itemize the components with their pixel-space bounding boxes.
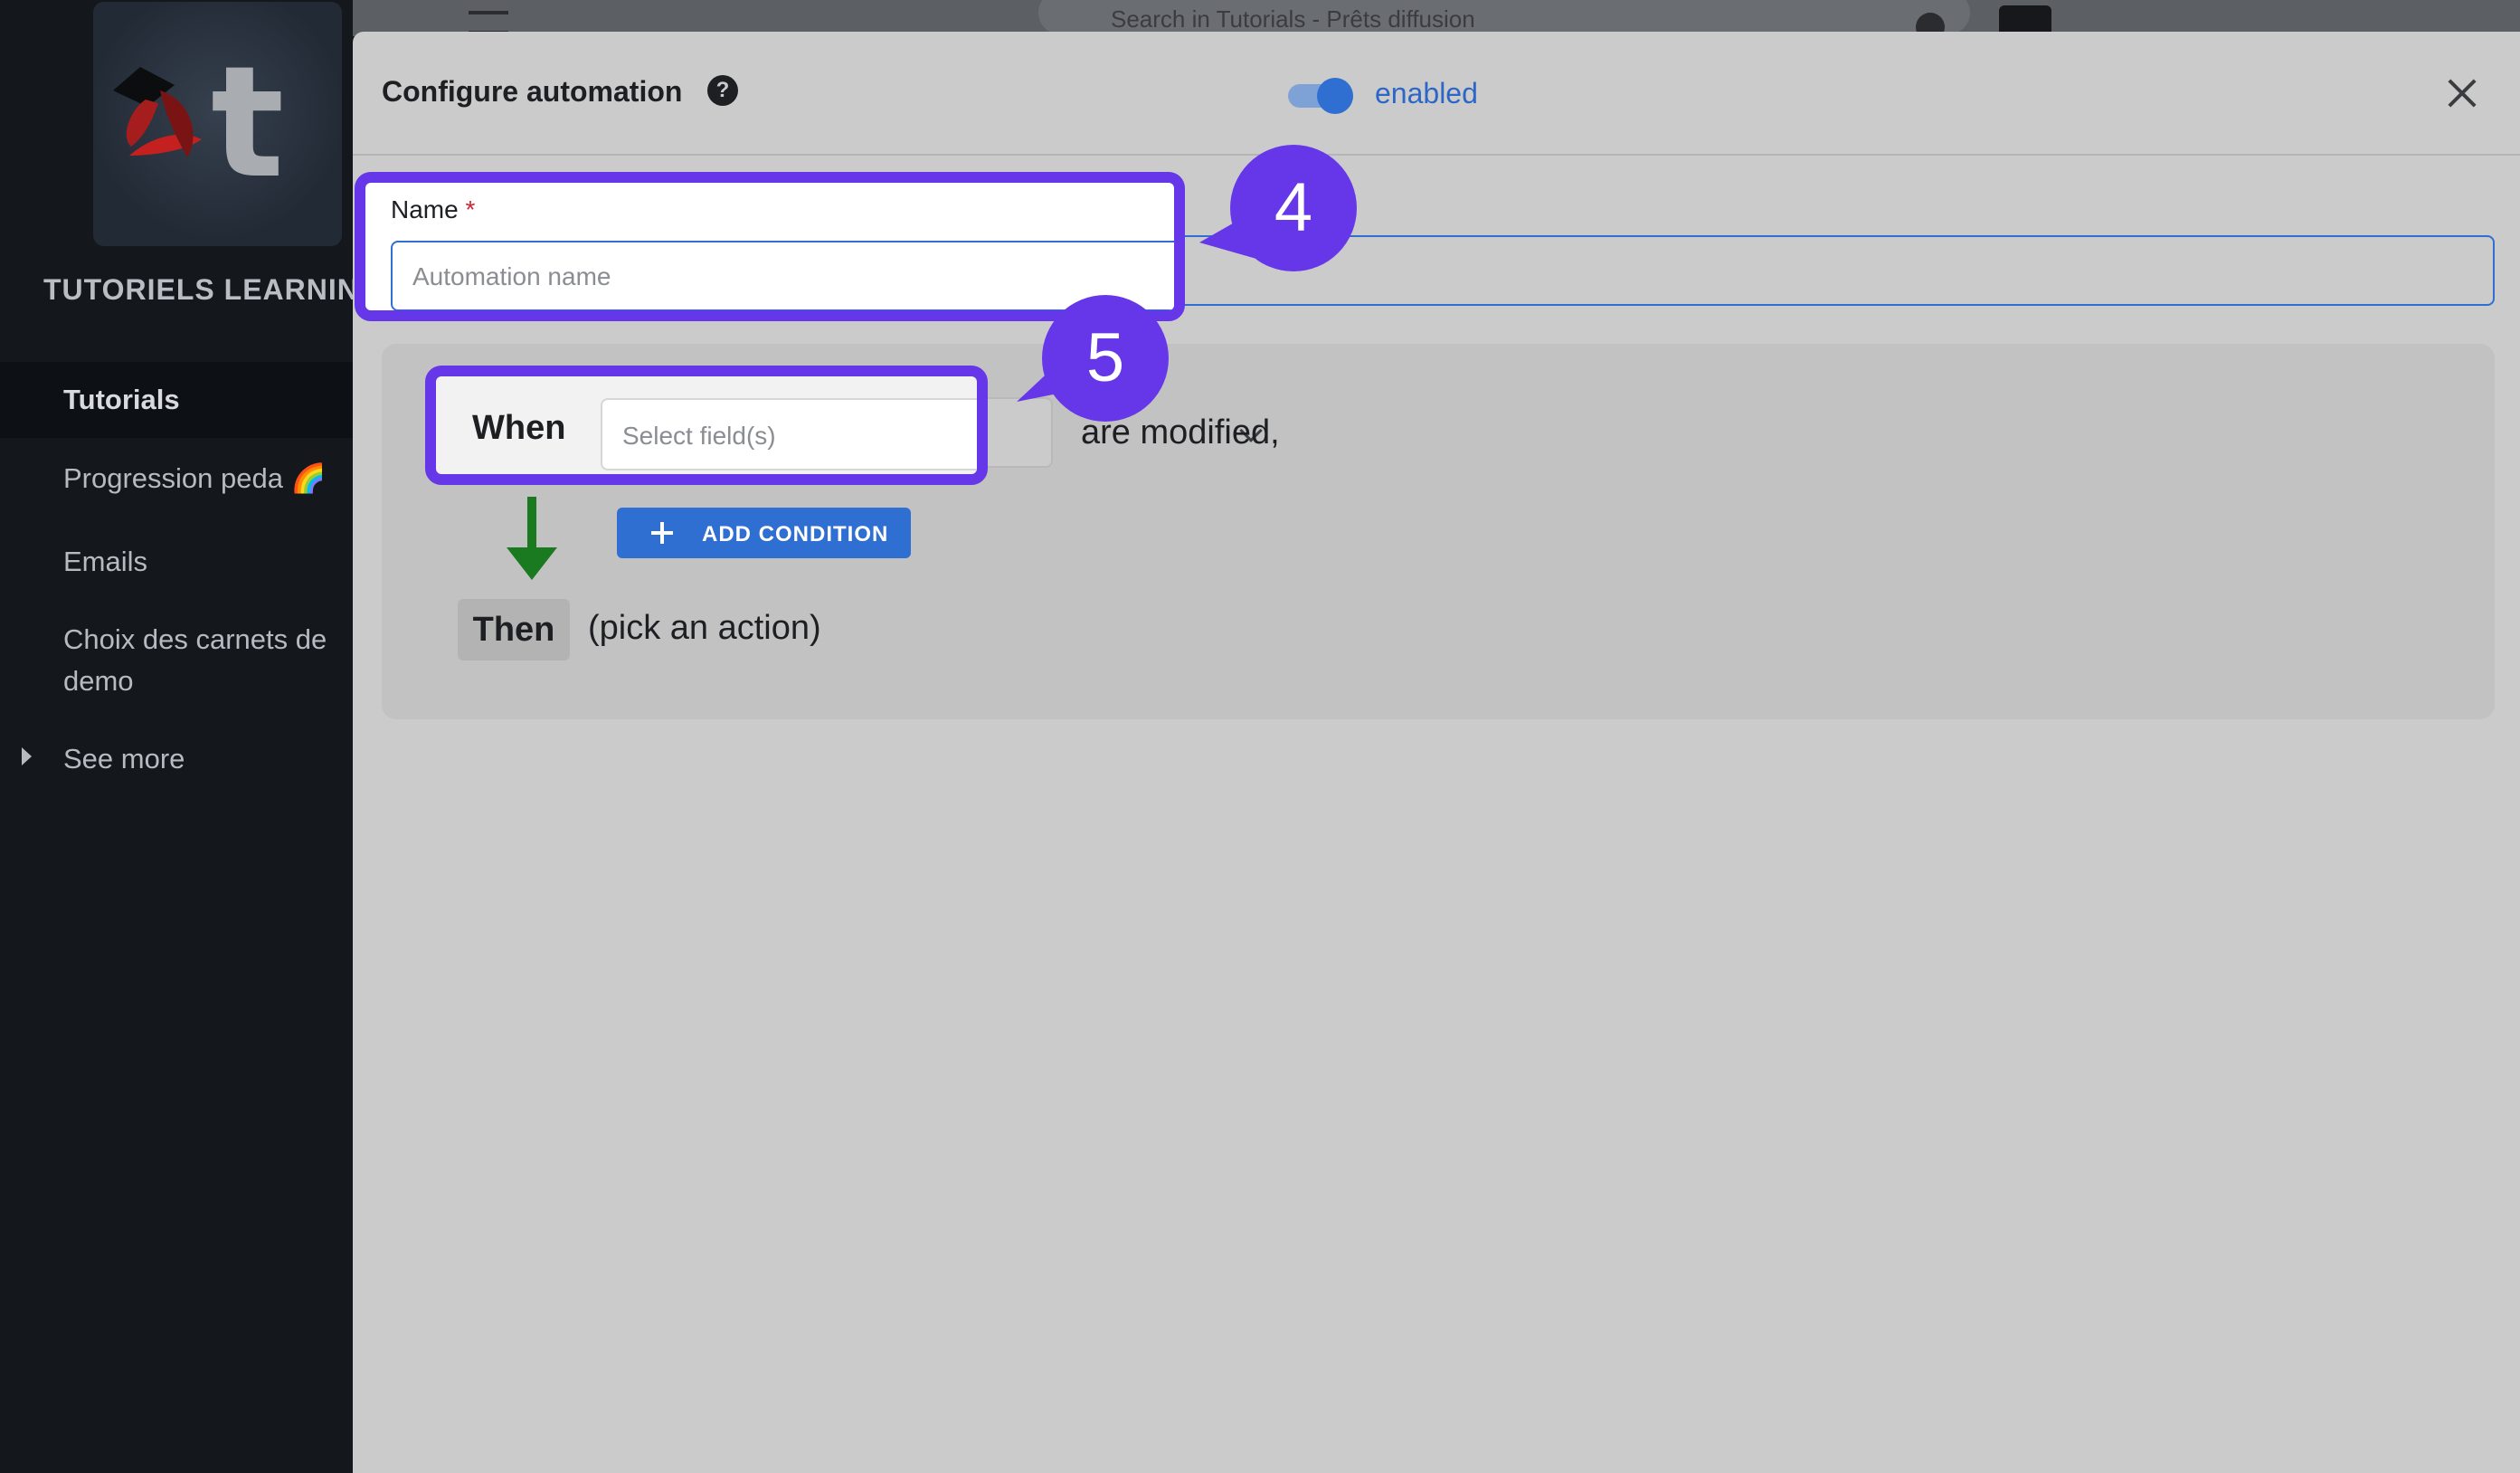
sidebar-item-see-more[interactable]: See more	[0, 738, 353, 780]
callout-highlight-when: When Select field(s)	[425, 366, 988, 485]
sidebar: t TUTORIELS LEARNING Tutorials Progressi…	[0, 0, 353, 1473]
add-condition-label: ADD CONDITION	[702, 522, 889, 546]
callout-highlight-name: Name * Automation name	[355, 172, 1185, 321]
sidebar-item-label-line2: demo	[63, 665, 134, 697]
sidebar-item-label: Tutorials	[63, 384, 180, 415]
sidebar-item-emails[interactable]: Emails	[0, 539, 353, 584]
sidebar-item-label: Emails	[63, 546, 148, 577]
highlighted-name-label: Name *	[391, 195, 475, 224]
highlighted-when-label: When	[472, 409, 566, 447]
app-topbar: Search in Tutorials - Prêts diffusion	[353, 0, 2520, 42]
modal-title: Configure automation	[382, 75, 683, 108]
svg-text:t: t	[211, 33, 284, 213]
enabled-toggle-knob[interactable]	[1317, 78, 1353, 114]
then-label: Then	[458, 599, 570, 660]
sidebar-item-progression-peda[interactable]: Progression peda 🌈	[0, 456, 353, 501]
enabled-toggle-label[interactable]: enabled	[1375, 77, 1478, 110]
highlighted-name-placeholder: Automation name	[412, 262, 611, 290]
workspace-logo[interactable]: t	[93, 2, 342, 246]
pick-action-text[interactable]: (pick an action)	[588, 609, 821, 648]
search-input[interactable]: Search in Tutorials - Prêts diffusion	[1038, 0, 1970, 34]
close-icon[interactable]	[2442, 73, 2482, 113]
sidebar-item-label: Progression peda 🌈	[63, 462, 327, 494]
highlighted-field-placeholder: Select field(s)	[622, 422, 776, 450]
sidebar-item-label: Choix des carnets de	[63, 623, 327, 655]
modal-header: Configure automation ? enabled	[353, 32, 2520, 156]
highlighted-automation-name-input[interactable]: Automation name	[391, 241, 1174, 310]
arrow-down-icon	[507, 497, 557, 580]
help-icon[interactable]: ?	[707, 75, 738, 106]
search-placeholder: Search in Tutorials - Prêts diffusion	[1111, 5, 1475, 33]
add-condition-button[interactable]: ADD CONDITION	[617, 508, 911, 558]
plus-icon	[651, 522, 673, 544]
graduation-cap-logo: t	[113, 33, 284, 213]
caret-right-icon	[22, 747, 32, 765]
step-5-badge: 5	[1042, 295, 1169, 422]
highlighted-field-select[interactable]: Select field(s)	[601, 398, 977, 470]
highlighted-name-label-text: Name	[391, 195, 459, 223]
highlighted-required-mark: *	[465, 195, 476, 223]
workspace-name: TUTORIELS LEARNING	[43, 273, 353, 306]
sidebar-item-tutorials[interactable]: Tutorials	[0, 362, 353, 438]
sidebar-item-choix-des-carnets[interactable]: Choix des carnets de demo	[0, 619, 353, 702]
step-4-badge: 4	[1230, 145, 1357, 271]
sidebar-item-label: See more	[63, 743, 185, 775]
